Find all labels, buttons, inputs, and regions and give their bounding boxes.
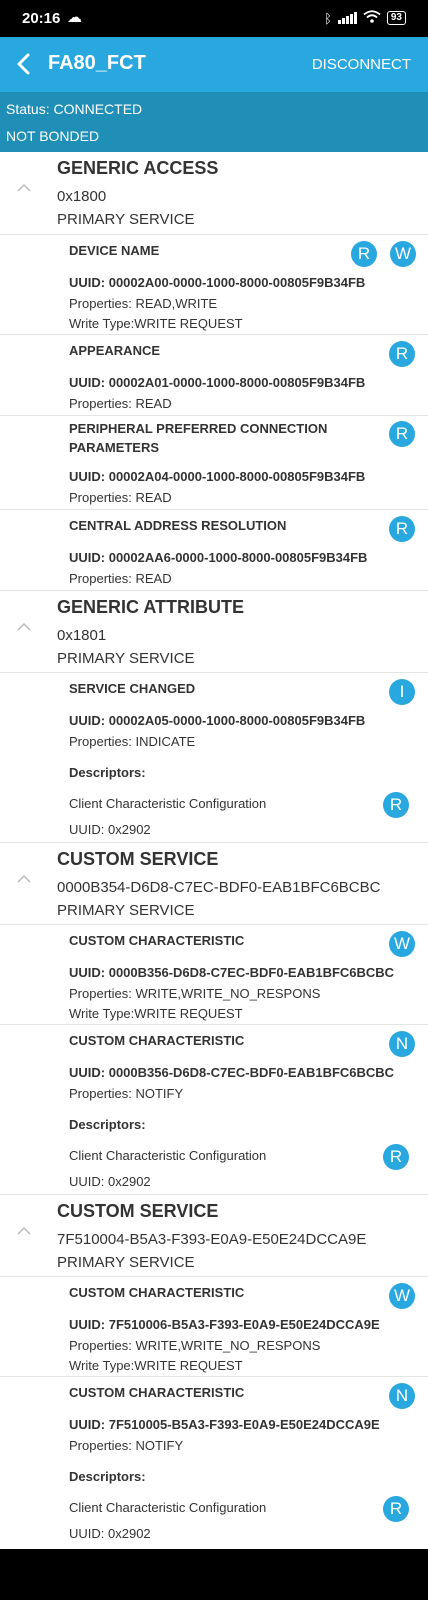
notify-badge-icon[interactable]: N — [389, 1031, 415, 1057]
write-badge-icon[interactable]: W — [390, 241, 416, 267]
characteristic-name: CUSTOM CHARACTERISTIC — [69, 933, 245, 948]
descriptor-name: Client Characteristic Configuration — [69, 796, 267, 811]
collapse-caret-icon[interactable] — [17, 623, 31, 631]
battery-icon: 93 — [386, 11, 406, 25]
characteristic-properties: Properties: READ — [69, 396, 172, 411]
characteristic-properties: Properties: INDICATE — [69, 734, 196, 749]
descriptors-label: Descriptors: — [69, 765, 146, 780]
descriptor-uuid: UUID: 0x2902 — [69, 1526, 151, 1541]
characteristic-properties: Properties: WRITE,WRITE_NO_RESPONS — [69, 1338, 321, 1353]
characteristic-name: CUSTOM CHARACTERISTIC — [69, 1385, 245, 1400]
characteristic-name: SERVICE CHANGED — [69, 681, 196, 696]
service-type: PRIMARY SERVICE — [57, 211, 195, 228]
characteristic-name: CUSTOM CHARACTERISTIC — [69, 1285, 245, 1300]
characteristic-properties: Properties: READ,WRITE — [69, 296, 218, 311]
characteristic-item[interactable]: PERIPHERAL PREFERRED CONNECTION PARAMETE… — [0, 415, 428, 509]
characteristic-properties: Properties: NOTIFY — [69, 1086, 184, 1101]
characteristic-uuid: UUID: 00002A04-0000-1000-8000-00805F9B34… — [69, 469, 366, 484]
signal-icon — [337, 12, 357, 24]
service-uuid: 0000B354-D6D8-C7EC-BDF0-EAB1BFC6BCBC — [57, 879, 381, 896]
characteristic-name: CENTRAL ADDRESS RESOLUTION — [69, 518, 287, 533]
characteristic-uuid: UUID: 00002A01-0000-1000-8000-00805F9B34… — [69, 375, 366, 390]
service-uuid: 7F510004-B5A3-F393-E0A9-E50E24DCCA9E — [57, 1231, 367, 1248]
bluetooth-icon: ᛒ — [324, 10, 332, 26]
characteristic-name: PERIPHERAL PREFERRED CONNECTION PARAMETE… — [69, 421, 328, 455]
service-type: PRIMARY SERVICE — [57, 650, 195, 667]
characteristic-write-type: Write Type:WRITE REQUEST — [69, 1006, 243, 1021]
collapse-caret-icon[interactable] — [17, 1227, 31, 1235]
characteristic-item[interactable]: CUSTOM CHARACTERISTIC N UUID: 0000B356-D… — [0, 1024, 428, 1194]
service-name: GENERIC ATTRIBUTE — [57, 597, 244, 617]
service-type: PRIMARY SERVICE — [57, 902, 195, 919]
characteristic-uuid: UUID: 0000B356-D6D8-C7EC-BDF0-EAB1BFC6BC… — [69, 1065, 395, 1080]
characteristic-uuid: UUID: 7F510006-B5A3-F393-E0A9-E50E24DCCA… — [69, 1317, 380, 1332]
service-header[interactable]: GENERIC ATTRIBUTE 0x1801 PRIMARY SERVICE — [0, 590, 428, 672]
system-navigation-bar — [0, 1549, 428, 1600]
read-badge-icon[interactable]: R — [389, 421, 415, 447]
cloud-icon: ☁ — [67, 9, 82, 26]
characteristic-item[interactable]: CUSTOM CHARACTERISTIC W UUID: 7F510006-B… — [0, 1276, 428, 1376]
characteristic-item[interactable]: SERVICE CHANGED I UUID: 00002A05-0000-10… — [0, 672, 428, 842]
characteristic-properties: Properties: READ — [69, 490, 172, 505]
service-name: CUSTOM SERVICE — [57, 1201, 219, 1221]
write-badge-icon[interactable]: W — [389, 1283, 415, 1309]
descriptor-name: Client Characteristic Configuration — [69, 1148, 267, 1163]
service-header[interactable]: GENERIC ACCESS 0x1800 PRIMARY SERVICE — [0, 152, 428, 234]
descriptors-label: Descriptors: — [69, 1469, 146, 1484]
indicate-badge-icon[interactable]: I — [389, 679, 415, 705]
service-name: GENERIC ACCESS — [57, 158, 219, 178]
characteristic-write-type: Write Type:WRITE REQUEST — [69, 1358, 243, 1373]
read-badge-icon[interactable]: R — [383, 1144, 409, 1170]
service-uuid: 0x1800 — [57, 188, 107, 205]
characteristic-name: APPEARANCE — [69, 343, 161, 358]
collapse-caret-icon[interactable] — [17, 184, 31, 192]
service-header[interactable]: CUSTOM SERVICE 0000B354-D6D8-C7EC-BDF0-E… — [0, 842, 428, 924]
connection-status: Status: CONNECTED — [6, 101, 143, 117]
characteristic-uuid: UUID: 00002AA6-0000-1000-8000-00805F9B34… — [69, 550, 368, 565]
characteristic-name: DEVICE NAME — [69, 243, 160, 258]
notify-badge-icon[interactable]: N — [389, 1383, 415, 1409]
write-badge-icon[interactable]: W — [389, 931, 415, 957]
connection-status-panel: Status: CONNECTED NOT BONDED — [0, 92, 428, 152]
service-uuid: 0x1801 — [57, 627, 107, 644]
read-badge-icon[interactable]: R — [389, 341, 415, 367]
characteristic-item[interactable]: DEVICE NAME R W UUID: 00002A00-0000-1000… — [0, 234, 428, 334]
characteristic-item[interactable]: APPEARANCE R UUID: 00002A01-0000-1000-80… — [0, 334, 428, 415]
service-header[interactable]: CUSTOM SERVICE 7F510004-B5A3-F393-E0A9-E… — [0, 1194, 428, 1276]
descriptor-uuid: UUID: 0x2902 — [69, 1174, 151, 1189]
characteristic-properties: Properties: READ — [69, 571, 172, 586]
wifi-icon — [363, 10, 381, 26]
read-badge-icon[interactable]: R — [351, 241, 377, 267]
services-list: GENERIC ACCESS 0x1800 PRIMARY SERVICE DE… — [0, 152, 428, 1549]
descriptor-uuid: UUID: 0x2902 — [69, 822, 151, 837]
characteristic-uuid: UUID: 0000B356-D6D8-C7EC-BDF0-EAB1BFC6BC… — [69, 965, 395, 980]
characteristic-uuid: UUID: 00002A00-0000-1000-8000-00805F9B34… — [69, 275, 366, 290]
descriptors-label: Descriptors: — [69, 1117, 146, 1132]
bond-status: NOT BONDED — [6, 128, 100, 144]
page-title: FA80_FCT — [48, 52, 146, 74]
read-badge-icon[interactable]: R — [389, 516, 415, 542]
descriptor-name: Client Characteristic Configuration — [69, 1500, 267, 1515]
read-badge-icon[interactable]: R — [383, 1496, 409, 1522]
characteristic-properties: Properties: WRITE,WRITE_NO_RESPONS — [69, 986, 321, 1001]
service-type: PRIMARY SERVICE — [57, 1254, 195, 1271]
back-arrow-icon[interactable] — [10, 50, 38, 78]
characteristic-write-type: Write Type:WRITE REQUEST — [69, 316, 243, 331]
characteristic-item[interactable]: CUSTOM CHARACTERISTIC N UUID: 7F510005-B… — [0, 1376, 428, 1546]
characteristic-uuid: UUID: 7F510005-B5A3-F393-E0A9-E50E24DCCA… — [69, 1417, 380, 1432]
characteristic-properties: Properties: NOTIFY — [69, 1438, 184, 1453]
disconnect-button[interactable]: DISCONNECT — [312, 56, 411, 73]
system-status-bar: 20:16 ☁ ᛒ 93 — [0, 0, 428, 37]
characteristic-uuid: UUID: 00002A05-0000-1000-8000-00805F9B34… — [69, 713, 366, 728]
status-icons: ᛒ 93 — [324, 10, 406, 26]
characteristic-item[interactable]: CUSTOM CHARACTERISTIC W UUID: 0000B356-D… — [0, 924, 428, 1024]
app-bar: FA80_FCT DISCONNECT — [0, 37, 428, 92]
service-name: CUSTOM SERVICE — [57, 849, 219, 869]
characteristic-item[interactable]: CENTRAL ADDRESS RESOLUTION R UUID: 00002… — [0, 509, 428, 590]
read-badge-icon[interactable]: R — [383, 792, 409, 818]
collapse-caret-icon[interactable] — [17, 875, 31, 883]
characteristic-name: CUSTOM CHARACTERISTIC — [69, 1033, 245, 1048]
clock: 20:16 — [22, 10, 61, 27]
